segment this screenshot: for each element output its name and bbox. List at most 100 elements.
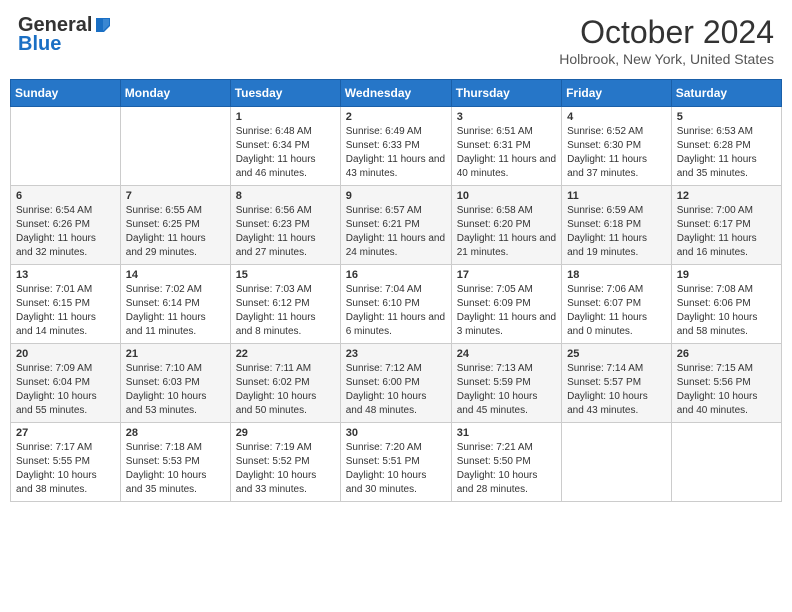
day-cell: 18 Sunrise: 7:06 AM Sunset: 6:07 PM Dayli… (562, 265, 672, 344)
day-cell: 6 Sunrise: 6:54 AM Sunset: 6:26 PM Daylig… (11, 186, 121, 265)
day-number: 4 (567, 111, 666, 123)
day-info: Sunrise: 7:20 AM Sunset: 5:51 PM Dayligh… (346, 441, 446, 497)
day-number: 12 (677, 190, 776, 202)
day-info: Sunrise: 6:48 AM Sunset: 6:34 PM Dayligh… (236, 125, 335, 181)
day-cell: 4 Sunrise: 6:52 AM Sunset: 6:30 PM Daylig… (562, 107, 672, 186)
day-cell: 11 Sunrise: 6:59 AM Sunset: 6:18 PM Dayli… (562, 186, 672, 265)
day-cell: 16 Sunrise: 7:04 AM Sunset: 6:10 PM Dayli… (340, 265, 451, 344)
calendar-table: SundayMondayTuesdayWednesdayThursdayFrid… (10, 79, 782, 502)
day-cell: 10Sunrise: 6:58 AM Sunset: 6:20 PM Dayli… (451, 186, 561, 265)
day-info: Sunrise: 7:10 AM Sunset: 6:03 PM Dayligh… (126, 362, 225, 418)
day-number: 23 (346, 348, 446, 360)
logo-icon (94, 16, 112, 34)
day-cell (11, 107, 121, 186)
day-number: 9 (346, 190, 446, 202)
day-cell (562, 423, 672, 502)
weekday-header-friday: Friday (562, 80, 672, 107)
day-cell: 14Sunrise: 7:02 AM Sunset: 6:14 PM Dayli… (120, 265, 230, 344)
day-number: 16 (346, 269, 446, 281)
day-info: Sunrise: 7:05 AM Sunset: 6:09 PM Dayligh… (457, 283, 556, 339)
day-number: 19 (677, 269, 776, 281)
day-cell: 15 Sunrise: 7:03 AM Sunset: 6:12 PM Dayli… (230, 265, 340, 344)
day-cell: 12 Sunrise: 7:00 AM Sunset: 6:17 PM Dayli… (671, 186, 781, 265)
day-number: 31 (457, 427, 556, 439)
day-cell: 3 Sunrise: 6:51 AM Sunset: 6:31 PM Daylig… (451, 107, 561, 186)
day-cell (120, 107, 230, 186)
day-number: 18 (567, 269, 666, 281)
day-number: 10 (457, 190, 556, 202)
weekday-header-tuesday: Tuesday (230, 80, 340, 107)
page-header: General Blue October 2024 Holbrook, New … (10, 10, 782, 71)
day-cell: 29 Sunrise: 7:19 AM Sunset: 5:52 PM Dayli… (230, 423, 340, 502)
day-info: Sunrise: 7:03 AM Sunset: 6:12 PM Dayligh… (236, 283, 335, 339)
day-info: Sunrise: 7:13 AM Sunset: 5:59 PM Dayligh… (457, 362, 556, 418)
day-number: 5 (677, 111, 776, 123)
day-cell: 8 Sunrise: 6:56 AM Sunset: 6:23 PM Daylig… (230, 186, 340, 265)
day-number: 8 (236, 190, 335, 202)
weekday-header-saturday: Saturday (671, 80, 781, 107)
day-info: Sunrise: 6:52 AM Sunset: 6:30 PM Dayligh… (567, 125, 666, 181)
day-cell: 28 Sunrise: 7:18 AM Sunset: 5:53 PM Dayli… (120, 423, 230, 502)
weekday-header-monday: Monday (120, 80, 230, 107)
location: Holbrook, New York, United States (559, 51, 774, 67)
day-cell: 9 Sunrise: 6:57 AM Sunset: 6:21 PM Daylig… (340, 186, 451, 265)
day-info: Sunrise: 6:54 AM Sunset: 6:26 PM Dayligh… (16, 204, 115, 260)
weekday-header-sunday: Sunday (11, 80, 121, 107)
day-info: Sunrise: 6:55 AM Sunset: 6:25 PM Dayligh… (126, 204, 225, 260)
day-number: 20 (16, 348, 115, 360)
day-info: Sunrise: 7:19 AM Sunset: 5:52 PM Dayligh… (236, 441, 335, 497)
week-row-5: 27Sunrise: 7:17 AM Sunset: 5:55 PM Dayli… (11, 423, 782, 502)
day-info: Sunrise: 7:11 AM Sunset: 6:02 PM Dayligh… (236, 362, 335, 418)
day-number: 24 (457, 348, 556, 360)
day-number: 15 (236, 269, 335, 281)
logo: General Blue (18, 14, 112, 56)
day-cell: 31 Sunrise: 7:21 AM Sunset: 5:50 PM Dayli… (451, 423, 561, 502)
day-info: Sunrise: 7:18 AM Sunset: 5:53 PM Dayligh… (126, 441, 225, 497)
day-cell (671, 423, 781, 502)
day-cell: 7Sunrise: 6:55 AM Sunset: 6:25 PM Daylig… (120, 186, 230, 265)
day-cell: 20 Sunrise: 7:09 AM Sunset: 6:04 PM Dayli… (11, 344, 121, 423)
day-info: Sunrise: 6:57 AM Sunset: 6:21 PM Dayligh… (346, 204, 446, 260)
day-cell: 13 Sunrise: 7:01 AM Sunset: 6:15 PM Dayli… (11, 265, 121, 344)
day-cell: 24 Sunrise: 7:13 AM Sunset: 5:59 PM Dayli… (451, 344, 561, 423)
day-info: Sunrise: 7:04 AM Sunset: 6:10 PM Dayligh… (346, 283, 446, 339)
day-info: Sunrise: 7:12 AM Sunset: 6:00 PM Dayligh… (346, 362, 446, 418)
day-info: Sunrise: 7:02 AM Sunset: 6:14 PM Dayligh… (126, 283, 225, 339)
day-info: Sunrise: 7:21 AM Sunset: 5:50 PM Dayligh… (457, 441, 556, 497)
day-number: 22 (236, 348, 335, 360)
day-cell: 17 Sunrise: 7:05 AM Sunset: 6:09 PM Dayli… (451, 265, 561, 344)
day-cell: 26Sunrise: 7:15 AM Sunset: 5:56 PM Dayli… (671, 344, 781, 423)
day-cell: 21 Sunrise: 7:10 AM Sunset: 6:03 PM Dayli… (120, 344, 230, 423)
day-number: 2 (346, 111, 446, 123)
month-title: October 2024 (559, 14, 774, 51)
day-number: 1 (236, 111, 335, 123)
week-row-4: 20 Sunrise: 7:09 AM Sunset: 6:04 PM Dayli… (11, 344, 782, 423)
day-number: 13 (16, 269, 115, 281)
weekday-header-row: SundayMondayTuesdayWednesdayThursdayFrid… (11, 80, 782, 107)
logo-blue: Blue (18, 33, 61, 56)
day-info: Sunrise: 6:56 AM Sunset: 6:23 PM Dayligh… (236, 204, 335, 260)
day-info: Sunrise: 6:49 AM Sunset: 6:33 PM Dayligh… (346, 125, 446, 181)
day-number: 28 (126, 427, 225, 439)
day-info: Sunrise: 6:59 AM Sunset: 6:18 PM Dayligh… (567, 204, 666, 260)
day-number: 11 (567, 190, 666, 202)
day-info: Sunrise: 6:51 AM Sunset: 6:31 PM Dayligh… (457, 125, 556, 181)
day-number: 26 (677, 348, 776, 360)
day-cell: 2 Sunrise: 6:49 AM Sunset: 6:33 PM Daylig… (340, 107, 451, 186)
day-number: 6 (16, 190, 115, 202)
day-number: 17 (457, 269, 556, 281)
day-info: Sunrise: 7:06 AM Sunset: 6:07 PM Dayligh… (567, 283, 666, 339)
day-number: 29 (236, 427, 335, 439)
day-number: 3 (457, 111, 556, 123)
day-number: 21 (126, 348, 225, 360)
day-number: 30 (346, 427, 446, 439)
day-info: Sunrise: 7:00 AM Sunset: 6:17 PM Dayligh… (677, 204, 776, 260)
title-block: October 2024 Holbrook, New York, United … (559, 14, 774, 67)
weekday-header-thursday: Thursday (451, 80, 561, 107)
day-cell: 23 Sunrise: 7:12 AM Sunset: 6:00 PM Dayli… (340, 344, 451, 423)
day-cell: 30 Sunrise: 7:20 AM Sunset: 5:51 PM Dayli… (340, 423, 451, 502)
day-info: Sunrise: 7:09 AM Sunset: 6:04 PM Dayligh… (16, 362, 115, 418)
day-info: Sunrise: 7:17 AM Sunset: 5:55 PM Dayligh… (16, 441, 115, 497)
day-cell: 27Sunrise: 7:17 AM Sunset: 5:55 PM Dayli… (11, 423, 121, 502)
day-info: Sunrise: 7:01 AM Sunset: 6:15 PM Dayligh… (16, 283, 115, 339)
